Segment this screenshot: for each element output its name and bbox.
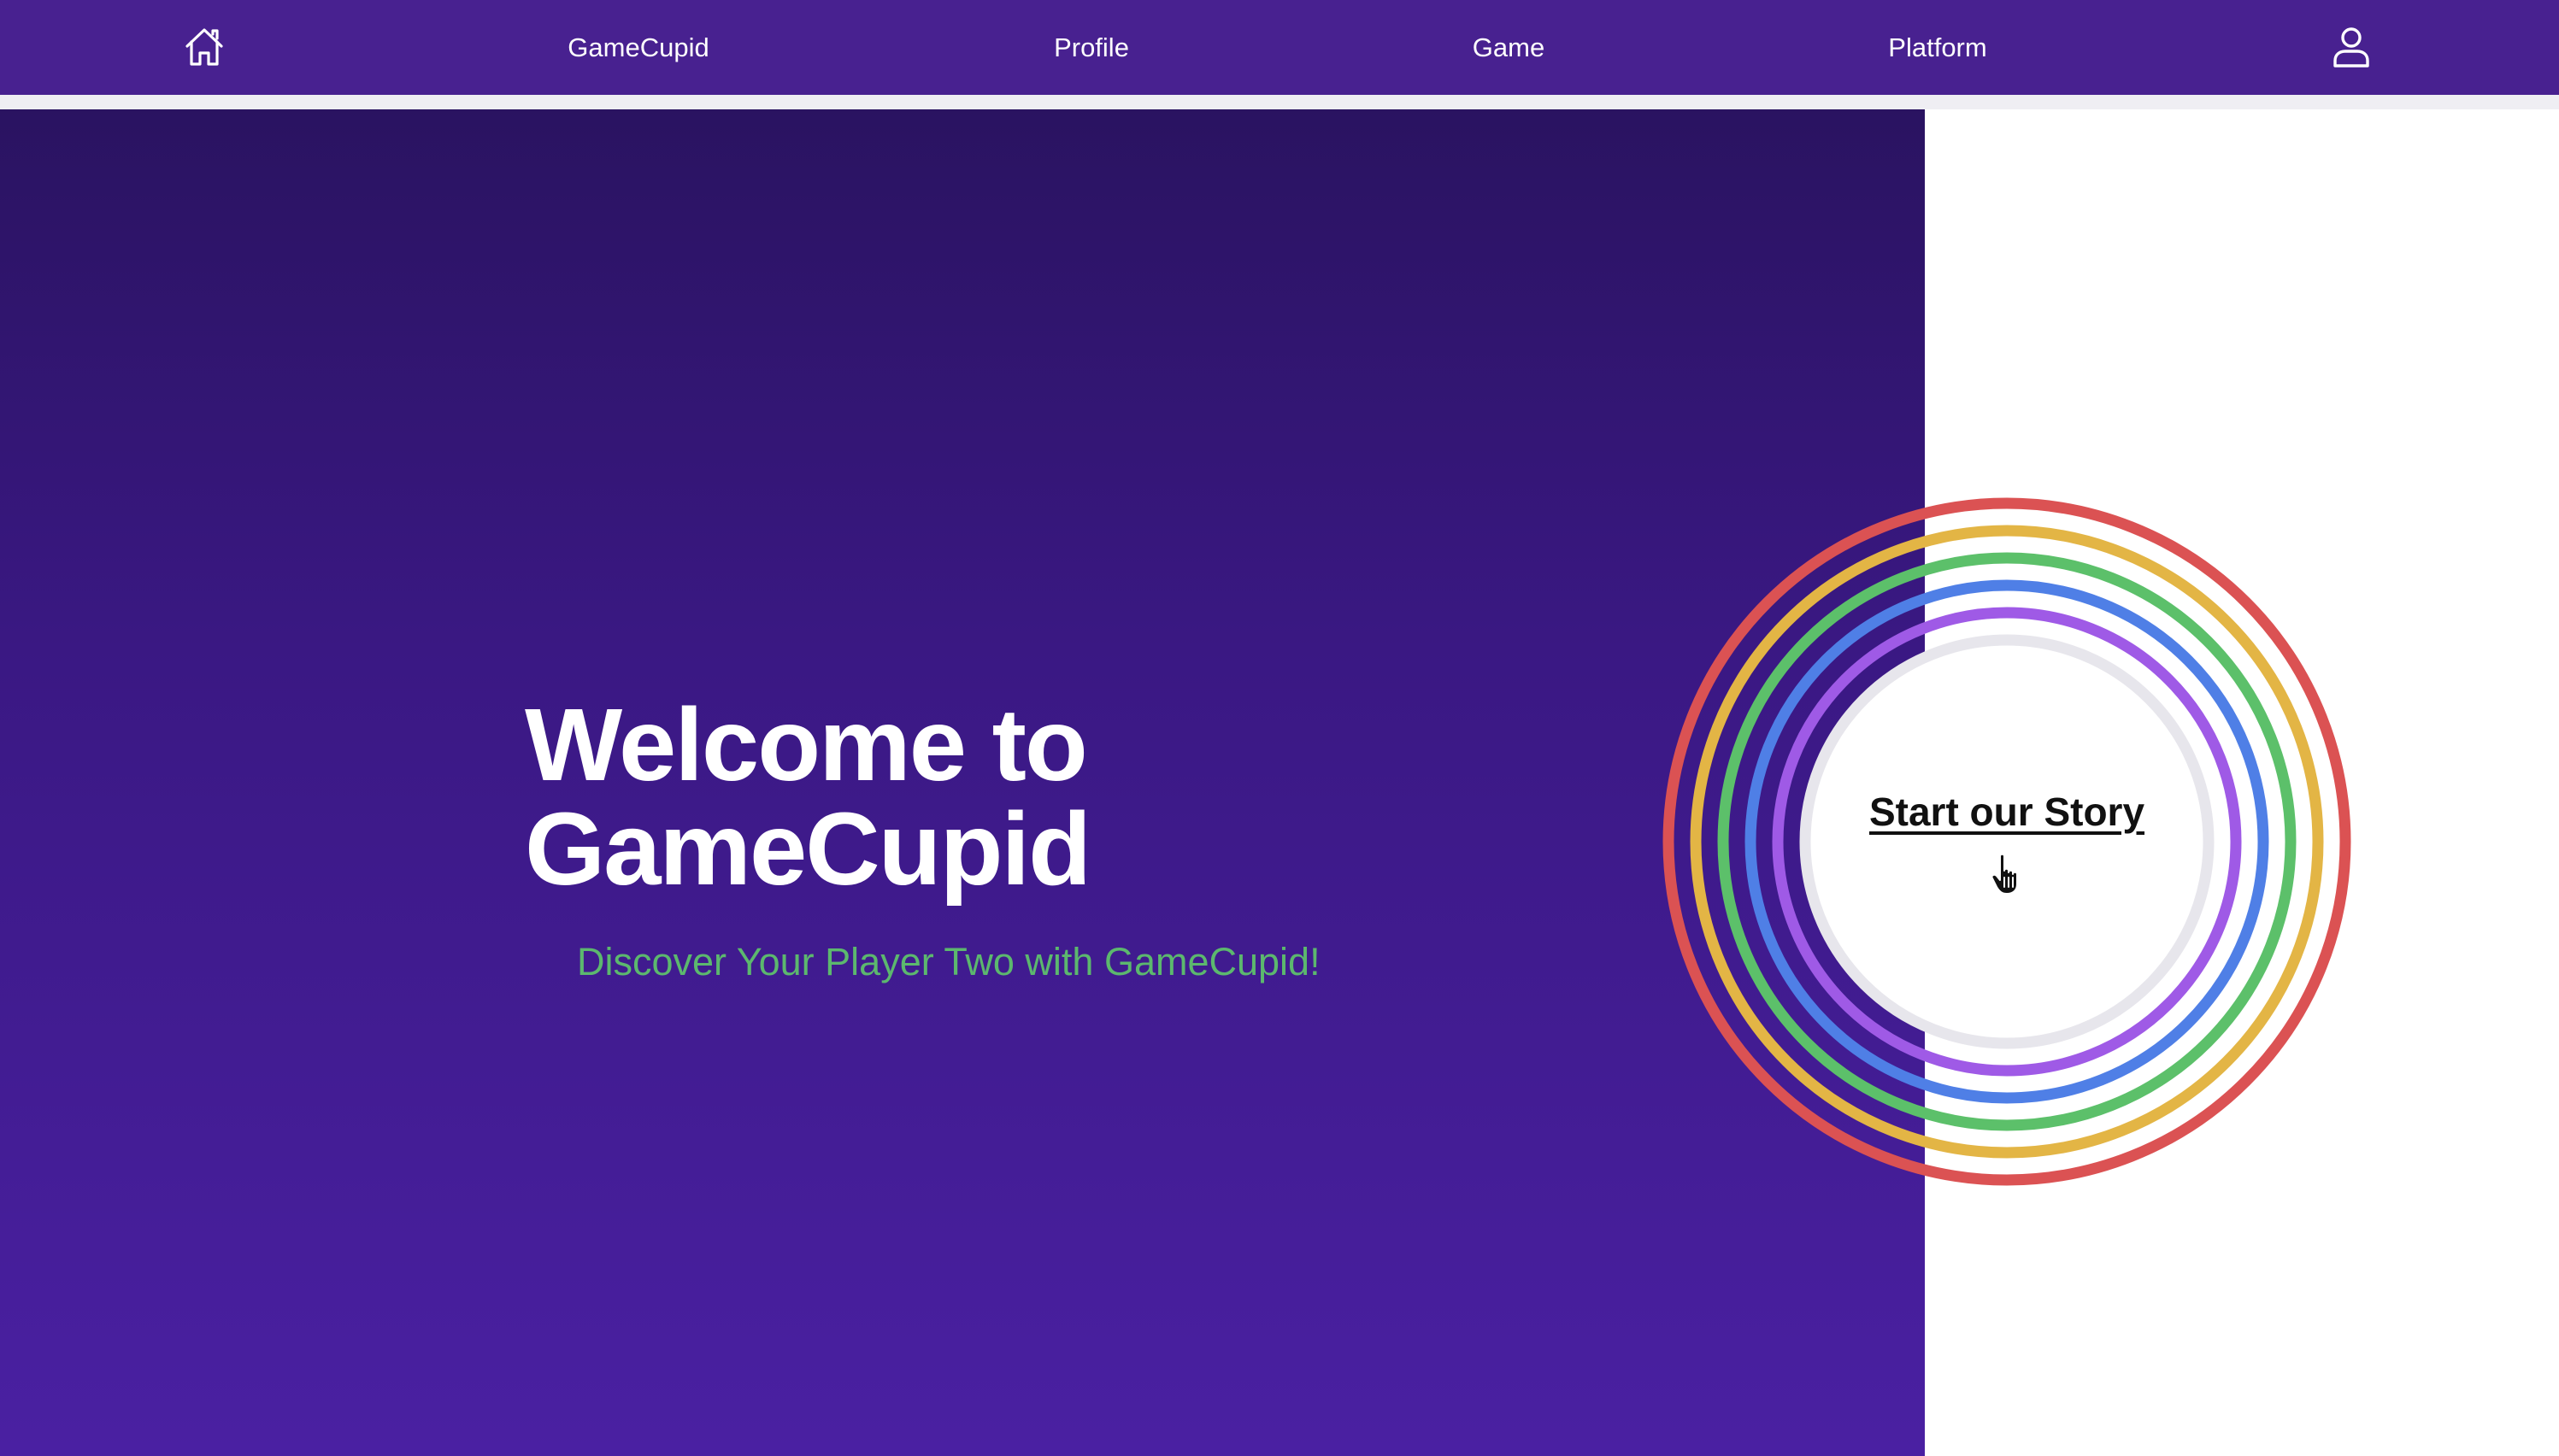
hero-subtitle: Discover Your Player Two with GameCupid!: [577, 940, 1321, 983]
nav-link-gamecupid[interactable]: GameCupid: [568, 0, 709, 95]
hero-title-line-2: GameCupid: [525, 790, 1091, 907]
top-navbar: GameCupid Profile Game Platform: [0, 0, 2559, 95]
hero-title-line-1: Welcome to: [525, 686, 1088, 802]
hero-title: Welcome to GameCupid: [525, 692, 1294, 901]
user-icon[interactable]: [2329, 25, 2374, 69]
navbar-divider: [0, 95, 2559, 109]
rainbow-rings[interactable]: [1662, 497, 2351, 1186]
nav-link-game[interactable]: Game: [1473, 0, 1544, 95]
hand-pointer-icon: [1990, 852, 2027, 896]
nav-link-platform[interactable]: Platform: [1888, 0, 1986, 95]
nav-link-profile[interactable]: Profile: [1054, 0, 1129, 95]
start-story-button[interactable]: Start our Story: [1869, 789, 2144, 835]
home-icon[interactable]: [182, 25, 226, 69]
